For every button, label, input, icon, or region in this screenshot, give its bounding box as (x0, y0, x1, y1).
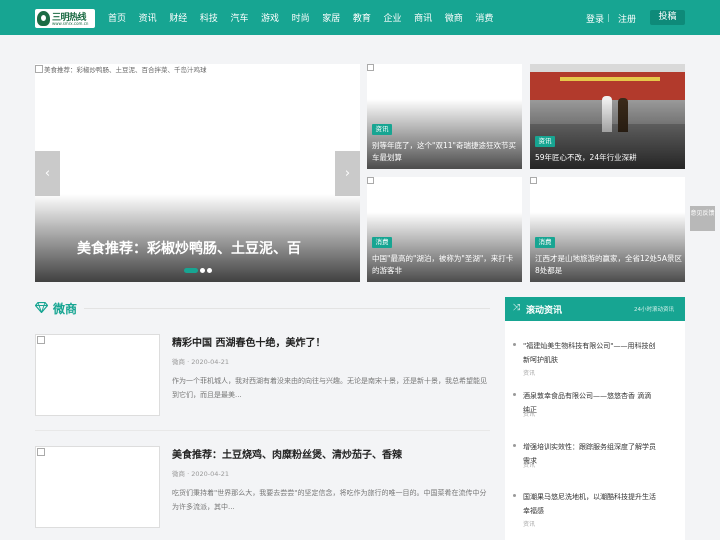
chevron-left-icon: ‹ (44, 166, 51, 181)
article-divider (35, 430, 490, 431)
article-title[interactable]: 精彩中国 西湖春色十绝，美炸了！ (172, 334, 325, 349)
article-thumbnail[interactable] (35, 334, 160, 416)
news-source: 资讯 (523, 370, 536, 377)
news-title[interactable]: 酒泉敦幸食品有限公司——悠悠杏香 滴滴纯正 (523, 389, 658, 417)
slide-image[interactable]: 美食推荐：彩椒炒鸭肠、土豆泥、百合拌菜、千岛汁鸡球 (35, 64, 207, 74)
category-tag[interactable]: 消费 (372, 237, 392, 248)
panel-header: ⤨ 滚动资讯 24小时滚动资讯 (505, 297, 685, 321)
feedback-button[interactable]: 意见反馈 (690, 206, 715, 231)
category-tag[interactable]: 资讯 (372, 124, 392, 135)
card-title[interactable]: 59年匠心不改，24年行业深耕 (535, 152, 682, 164)
feature-card[interactable]: 消费 中国"最高的"湖泊，被称为"圣湖"，来打卡的游客非 (367, 177, 522, 282)
shuffle-icon: ⤨ (513, 303, 521, 313)
article-thumbnail[interactable] (35, 446, 160, 528)
slide-caption[interactable]: 美食推荐：彩椒炒鸭肠、土豆泥、百 (77, 238, 301, 258)
article-item[interactable]: 美食推荐：土豆烧鸡、肉糜粉丝煲、清炒茄子、香辣 微商 · 2020-04-21 … (35, 446, 490, 534)
article-summary: 作为一个菲机城人，我对西湖有着没来由的向往与兴趣。无论是南宋十景，还是新十景，我… (172, 377, 487, 399)
site-logo[interactable]: 三明热线 www.smrx.com.cn (35, 9, 95, 28)
slider-dot[interactable] (184, 268, 198, 273)
section-title[interactable]: 微商 (53, 300, 77, 317)
logo-subtext: www.smrx.com.cn (52, 21, 89, 26)
card-title[interactable]: 别等年底了，这个"双11"奇瑞捷途狂欢节买车最划算 (372, 140, 519, 164)
article-meta: 微商 · 2020-04-21 (172, 470, 229, 478)
bullet-icon (513, 444, 516, 447)
slider-dot[interactable] (207, 268, 212, 273)
panel-subtitle: 24小时滚动资讯 (634, 307, 674, 313)
feature-card[interactable]: 资讯 59年匠心不改，24年行业深耕 (530, 64, 685, 169)
card-image[interactable] (367, 64, 374, 71)
nav-item-fashion[interactable]: 时尚 (292, 11, 310, 24)
nav-item-micro-business[interactable]: 微商 (445, 11, 463, 24)
article-item[interactable]: 精彩中国 西湖春色十绝，美炸了！ 微商 · 2020-04-21 作为一个菲机城… (35, 334, 490, 422)
nav-item-games[interactable]: 游戏 (261, 11, 279, 24)
nav-item-auto[interactable]: 汽车 (230, 11, 248, 24)
article-title[interactable]: 美食推荐：土豆烧鸡、肉糜粉丝煲、清炒茄子、香辣 (172, 446, 402, 461)
submit-article-button[interactable]: 投稿 (650, 10, 685, 25)
nav-item-home[interactable]: 首页 (108, 11, 126, 24)
feature-card[interactable]: 资讯 别等年底了，这个"双11"奇瑞捷途狂欢节买车最划算 (367, 64, 522, 169)
nav-item-home-living[interactable]: 家居 (322, 11, 340, 24)
news-title[interactable]: "福建灿美生物科技有限公司"——用科技创新呵护肌肤 (523, 339, 658, 367)
site-header: 三明热线 www.smrx.com.cn 首页 资讯 财经 科技 汽车 游戏 时… (0, 0, 720, 35)
card-image[interactable] (367, 177, 374, 184)
panel-title: 滚动资讯 (526, 306, 563, 316)
slider-dot[interactable] (200, 268, 205, 273)
nav-item-tech[interactable]: 科技 (200, 11, 218, 24)
bullet-icon (513, 393, 516, 396)
slider-pagination (184, 268, 214, 273)
news-title[interactable]: 增强培训实效性：跟踪服务组深度了解学员需求 (523, 440, 658, 468)
card-image[interactable] (530, 177, 537, 184)
nav-item-consumer[interactable]: 消费 (475, 11, 493, 24)
hero-slider[interactable]: 美食推荐：彩椒炒鸭肠、土豆泥、百合拌菜、千岛汁鸡球 美食推荐：彩椒炒鸭肠、土豆泥… (35, 64, 360, 282)
logo-icon (37, 11, 50, 26)
login-link[interactable]: 登录 (586, 12, 604, 25)
nav-item-finance[interactable]: 财经 (169, 11, 187, 24)
diamond-icon (35, 302, 48, 313)
bullet-icon (513, 343, 516, 346)
nav-item-education[interactable]: 教育 (353, 11, 371, 24)
slider-prev-button[interactable]: ‹ (35, 151, 60, 196)
category-tag[interactable]: 资讯 (535, 136, 555, 147)
feature-card[interactable]: 消费 江西才是山地旅游的赢家，全省12处5A景区8处都是 (530, 177, 685, 282)
bullet-icon (513, 494, 516, 497)
rolling-news-panel: ⤨ 滚动资讯 24小时滚动资讯 "福建灿美生物科技有限公司"——用科技创新呵护肌… (505, 297, 685, 540)
news-source: 资讯 (523, 411, 536, 418)
news-source: 资讯 (523, 521, 536, 528)
chevron-right-icon: › (344, 166, 351, 181)
nav-item-business-news[interactable]: 商讯 (414, 11, 432, 24)
section-divider (84, 308, 490, 309)
slider-next-button[interactable]: › (335, 151, 360, 196)
nav-item-news[interactable]: 资讯 (139, 11, 157, 24)
card-title[interactable]: 中国"最高的"湖泊，被称为"圣湖"，来打卡的游客非 (372, 253, 519, 277)
news-source: 资讯 (523, 462, 536, 469)
article-summary: 吃货们秉持着"世界那么大，我要去尝尝"的坚定信念，将吃作为旅行的唯一目的。中国菜… (172, 489, 487, 511)
nav-item-enterprise[interactable]: 企业 (383, 11, 401, 24)
category-tag[interactable]: 消费 (535, 237, 555, 248)
main-nav: 首页 资讯 财经 科技 汽车 游戏 时尚 家居 教育 企业 商讯 微商 消费 (108, 0, 506, 35)
header-divider (608, 14, 609, 22)
news-title[interactable]: 国潮果马悠尼洗地机，以潮酷科技提升生活幸福感 (523, 490, 658, 518)
register-link[interactable]: 注册 (618, 12, 636, 25)
article-meta: 微商 · 2020-04-21 (172, 358, 229, 366)
card-title[interactable]: 江西才是山地旅游的赢家，全省12处5A景区8处都是 (535, 253, 682, 277)
